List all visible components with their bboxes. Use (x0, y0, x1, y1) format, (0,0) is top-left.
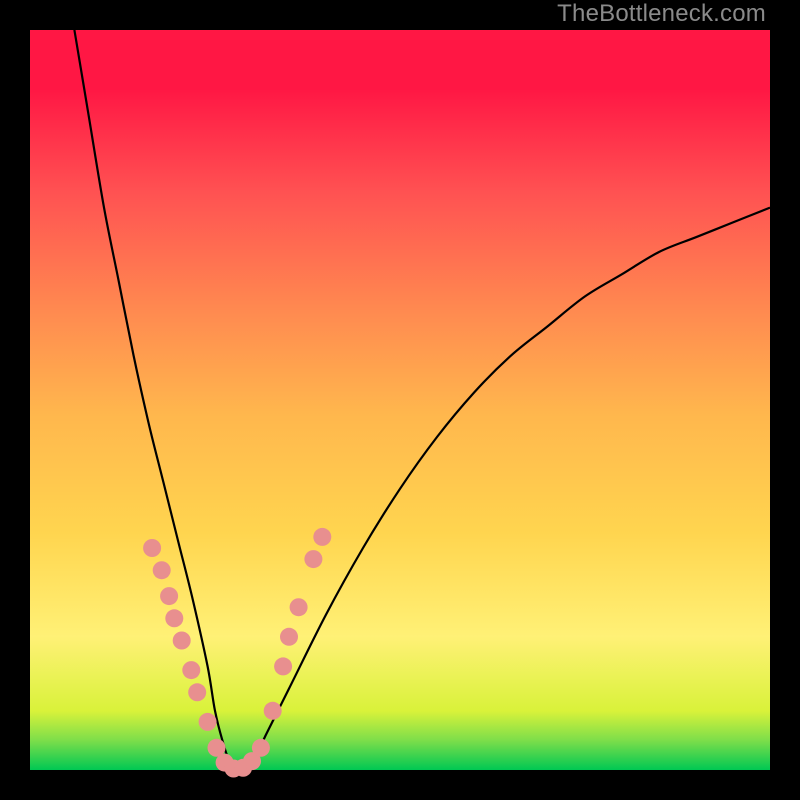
curve-marker (188, 683, 206, 701)
curve-marker (264, 702, 282, 720)
curve-marker (199, 713, 217, 731)
curve-marker (173, 632, 191, 650)
curve-marker (290, 598, 308, 616)
curve-marker (313, 528, 331, 546)
curve-path (74, 30, 770, 770)
plot-area (30, 30, 770, 770)
curve-marker (153, 561, 171, 579)
curve-marker (252, 739, 270, 757)
curve-marker (280, 628, 298, 646)
chart-frame: TheBottleneck.com (0, 0, 800, 800)
chart-svg (30, 30, 770, 770)
curve-marker (165, 609, 183, 627)
curve-marker (274, 657, 292, 675)
bottleneck-curve (74, 30, 770, 770)
watermark-text: TheBottleneck.com (557, 0, 766, 28)
curve-marker (182, 661, 200, 679)
curve-marker (304, 550, 322, 568)
curve-markers (143, 528, 331, 778)
curve-marker (160, 587, 178, 605)
curve-marker (143, 539, 161, 557)
